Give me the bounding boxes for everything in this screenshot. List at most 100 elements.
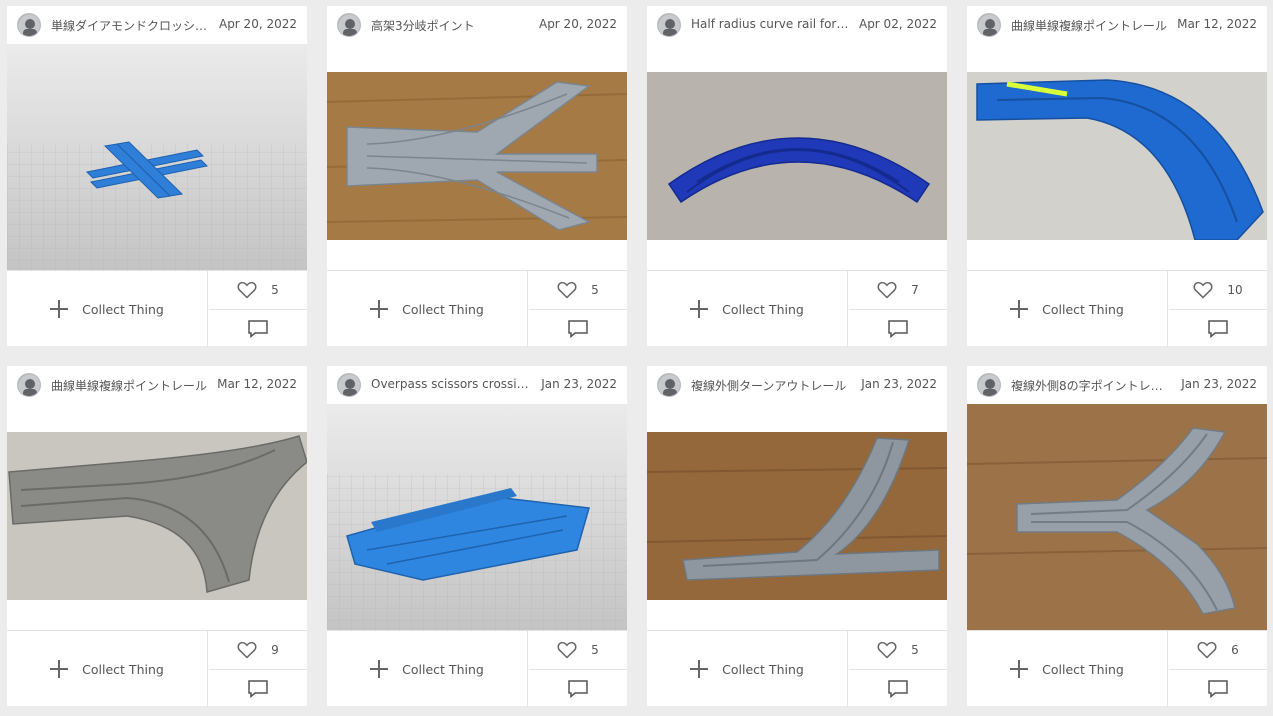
card-footer: Collect Thing 10: [967, 270, 1267, 347]
collect-thing-button[interactable]: Collect Thing: [327, 271, 528, 347]
thing-title[interactable]: Half radius curve rail for Plarail: [691, 17, 849, 31]
like-count: 7: [911, 283, 919, 297]
things-grid: 単線ダイアモンドクロッシング Apr 20, 2022 Collect Thin…: [0, 0, 1273, 716]
comment-button[interactable]: [209, 670, 307, 707]
like-button[interactable]: 10: [1169, 271, 1267, 310]
avatar[interactable]: [977, 13, 1001, 37]
card-footer: Collect Thing 5: [647, 630, 947, 707]
collect-label: Collect Thing: [82, 301, 164, 317]
like-count: 6: [1231, 643, 1239, 657]
collect-thing-button[interactable]: Collect Thing: [967, 631, 1168, 707]
collect-thing-button[interactable]: Collect Thing: [7, 271, 208, 347]
like-button[interactable]: 6: [1169, 631, 1267, 670]
comment-button[interactable]: [529, 310, 627, 347]
card-header: 複線外側ターンアウトレール Jan 23, 2022: [647, 366, 947, 404]
thing-thumbnail[interactable]: [647, 72, 947, 240]
collect-label: Collect Thing: [722, 661, 804, 677]
card-footer: Collect Thing 5: [327, 630, 627, 707]
collect-thing-button[interactable]: Collect Thing: [7, 631, 208, 707]
avatar[interactable]: [17, 373, 41, 397]
plus-icon: [370, 660, 389, 678]
collect-thing-button[interactable]: Collect Thing: [967, 271, 1168, 347]
heart-icon: [237, 641, 257, 659]
thing-date: Apr 02, 2022: [858, 17, 937, 31]
plus-icon: [690, 300, 709, 318]
plus-icon: [50, 300, 69, 318]
heart-icon: [557, 641, 577, 659]
comment-button[interactable]: [529, 670, 627, 707]
avatar[interactable]: [657, 13, 681, 37]
collect-thing-button[interactable]: Collect Thing: [647, 271, 848, 347]
comment-button[interactable]: [849, 310, 947, 347]
plus-icon: [370, 300, 389, 318]
thing-title[interactable]: 曲線単線複線ポイントレール: [1011, 17, 1169, 34]
collect-thing-button[interactable]: Collect Thing: [327, 631, 528, 707]
comment-icon: [888, 319, 908, 338]
collect-thing-button[interactable]: Collect Thing: [647, 631, 848, 707]
avatar[interactable]: [337, 13, 361, 37]
thing-thumbnail[interactable]: [7, 44, 307, 270]
avatar[interactable]: [17, 13, 41, 37]
thing-card[interactable]: 曲線単線複線ポイントレール Mar 12, 2022 Collect Thing…: [7, 366, 307, 707]
card-header: 曲線単線複線ポイントレール Mar 12, 2022: [7, 366, 307, 404]
like-button[interactable]: 9: [209, 631, 307, 670]
thing-date: Jan 23, 2022: [1181, 377, 1257, 391]
heart-icon: [1197, 641, 1217, 659]
card-header: 高架3分岐ポイント Apr 20, 2022: [327, 6, 627, 44]
collect-label: Collect Thing: [1042, 301, 1124, 317]
like-button[interactable]: 7: [849, 271, 947, 310]
heart-icon: [877, 641, 897, 659]
comment-button[interactable]: [849, 670, 947, 707]
thing-card[interactable]: Half radius curve rail for Plarail Apr 0…: [647, 6, 947, 347]
thing-title[interactable]: 複線外側8の字ポイントレール: [1011, 377, 1169, 394]
thing-thumbnail[interactable]: [967, 72, 1267, 240]
like-count: 5: [591, 283, 599, 297]
thing-title[interactable]: 単線ダイアモンドクロッシング: [51, 17, 209, 34]
like-button[interactable]: 5: [529, 631, 627, 670]
thing-date: Jan 23, 2022: [541, 377, 617, 391]
thing-title[interactable]: 曲線単線複線ポイントレール: [51, 377, 209, 394]
thing-title[interactable]: 高架3分岐ポイント: [371, 17, 529, 34]
thing-thumbnail[interactable]: [647, 432, 947, 600]
plus-icon: [1010, 300, 1029, 318]
thing-thumbnail[interactable]: [7, 432, 307, 600]
heart-icon: [557, 281, 577, 299]
card-footer: Collect Thing 7: [647, 270, 947, 347]
avatar[interactable]: [977, 373, 1001, 397]
comment-button[interactable]: [1169, 670, 1267, 707]
like-button[interactable]: 5: [209, 271, 307, 310]
like-count: 9: [271, 643, 279, 657]
comment-button[interactable]: [209, 310, 307, 347]
thing-card[interactable]: 高架3分岐ポイント Apr 20, 2022 Collect Thing 5: [327, 6, 627, 347]
like-count: 10: [1227, 283, 1243, 297]
comment-icon: [248, 679, 268, 698]
comment-icon: [888, 679, 908, 698]
like-button[interactable]: 5: [529, 271, 627, 310]
thing-date: Apr 20, 2022: [218, 17, 297, 31]
thing-date: Mar 12, 2022: [1177, 17, 1257, 31]
thing-title[interactable]: 複線外側ターンアウトレール: [691, 377, 849, 394]
thing-card[interactable]: 複線外側ターンアウトレール Jan 23, 2022 Collect Thing…: [647, 366, 947, 707]
collect-label: Collect Thing: [402, 301, 484, 317]
thing-thumbnail[interactable]: [327, 72, 627, 240]
avatar[interactable]: [657, 373, 681, 397]
avatar[interactable]: [337, 373, 361, 397]
thing-title[interactable]: Overpass scissors crossing: [371, 377, 529, 391]
thing-card[interactable]: 単線ダイアモンドクロッシング Apr 20, 2022 Collect Thin…: [7, 6, 307, 347]
heart-icon: [237, 281, 257, 299]
plus-icon: [50, 660, 69, 678]
heart-icon: [1193, 281, 1213, 299]
thing-card[interactable]: Overpass scissors crossing Jan 23, 2022 …: [327, 366, 627, 707]
thing-card[interactable]: 複線外側8の字ポイントレール Jan 23, 2022 Collect Thin…: [967, 366, 1267, 707]
like-button[interactable]: 5: [849, 631, 947, 670]
thing-card[interactable]: 曲線単線複線ポイントレール Mar 12, 2022 Collect Thing…: [967, 6, 1267, 347]
thing-thumbnail[interactable]: [967, 404, 1267, 630]
heart-icon: [877, 281, 897, 299]
comment-icon: [568, 319, 588, 338]
thing-thumbnail[interactable]: [327, 404, 627, 630]
comment-icon: [568, 679, 588, 698]
comment-icon: [248, 319, 268, 338]
comment-button[interactable]: [1169, 310, 1267, 347]
card-footer: Collect Thing 9: [7, 630, 307, 707]
like-count: 5: [911, 643, 919, 657]
